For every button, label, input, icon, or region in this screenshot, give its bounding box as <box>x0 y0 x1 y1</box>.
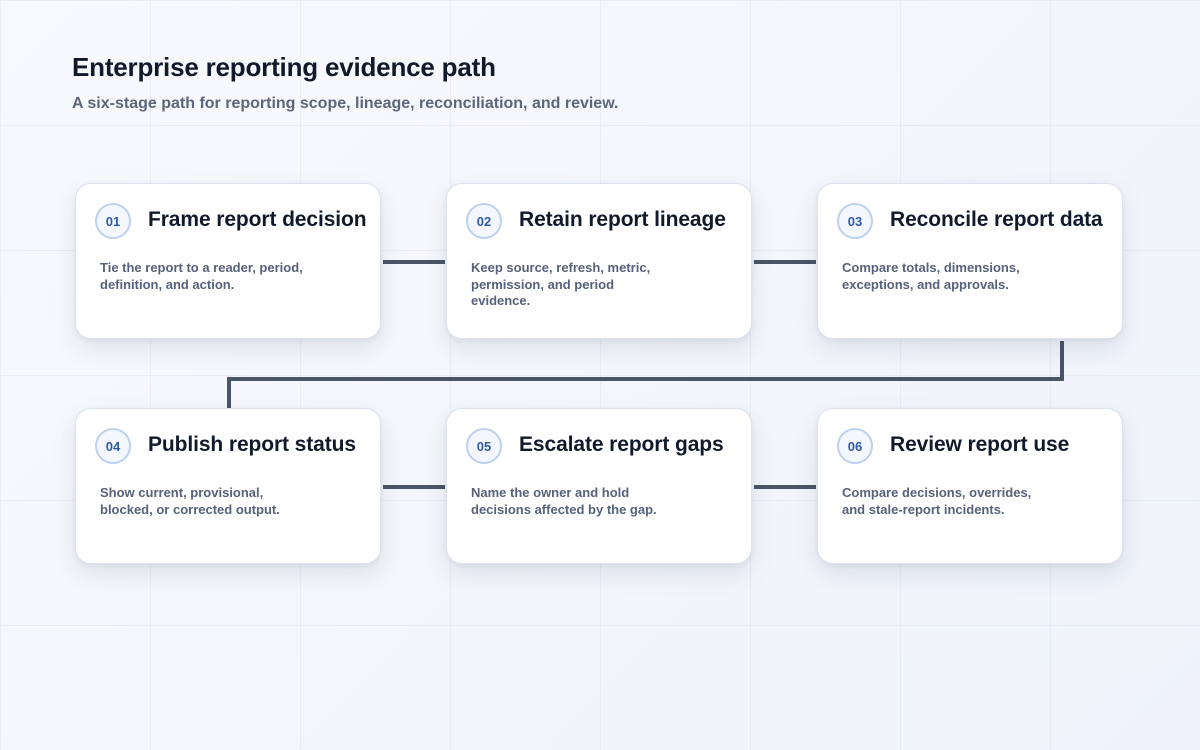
stage-title: Frame report decision <box>148 208 367 231</box>
stage-description: Show current, provisional, blocked, or c… <box>100 485 280 517</box>
connector-03-04 <box>227 341 1064 408</box>
stage-description: Name the owner and hold decisions affect… <box>471 485 657 517</box>
stage-title: Escalate report gaps <box>519 433 724 456</box>
stage-number-badge: 04 <box>95 428 131 464</box>
stage-number-badge: 05 <box>466 428 502 464</box>
stage-card-03: 03 Reconcile report data Compare totals,… <box>817 183 1123 339</box>
stage-card-06: 06 Review report use Compare decisions, … <box>817 408 1123 564</box>
stage-card-02: 02 Retain report lineage Keep source, re… <box>446 183 752 339</box>
stage-title: Review report use <box>890 433 1070 456</box>
stage-title: Publish report status <box>148 433 356 456</box>
stage-description: Keep source, refresh, metric, permission… <box>471 260 651 308</box>
stage-description: Compare totals, dimensions, exceptions, … <box>842 260 1020 292</box>
stage-description: Compare decisions, overrides, and stale-… <box>842 485 1032 517</box>
stage-number-badge: 03 <box>837 203 873 239</box>
stage-number-badge: 06 <box>837 428 873 464</box>
stage-title: Reconcile report data <box>890 208 1103 231</box>
stage-card-05: 05 Escalate report gaps Name the owner a… <box>446 408 752 564</box>
flow-connectors <box>227 260 1064 489</box>
stage-number-badge: 01 <box>95 203 131 239</box>
stage-description: Tie the report to a reader, period, defi… <box>100 260 303 292</box>
stage-card-01: 01 Frame report decision Tie the report … <box>75 183 381 339</box>
stage-card-04: 04 Publish report status Show current, p… <box>75 408 381 564</box>
stage-title: Retain report lineage <box>519 208 726 231</box>
stage-number-badge: 02 <box>466 203 502 239</box>
